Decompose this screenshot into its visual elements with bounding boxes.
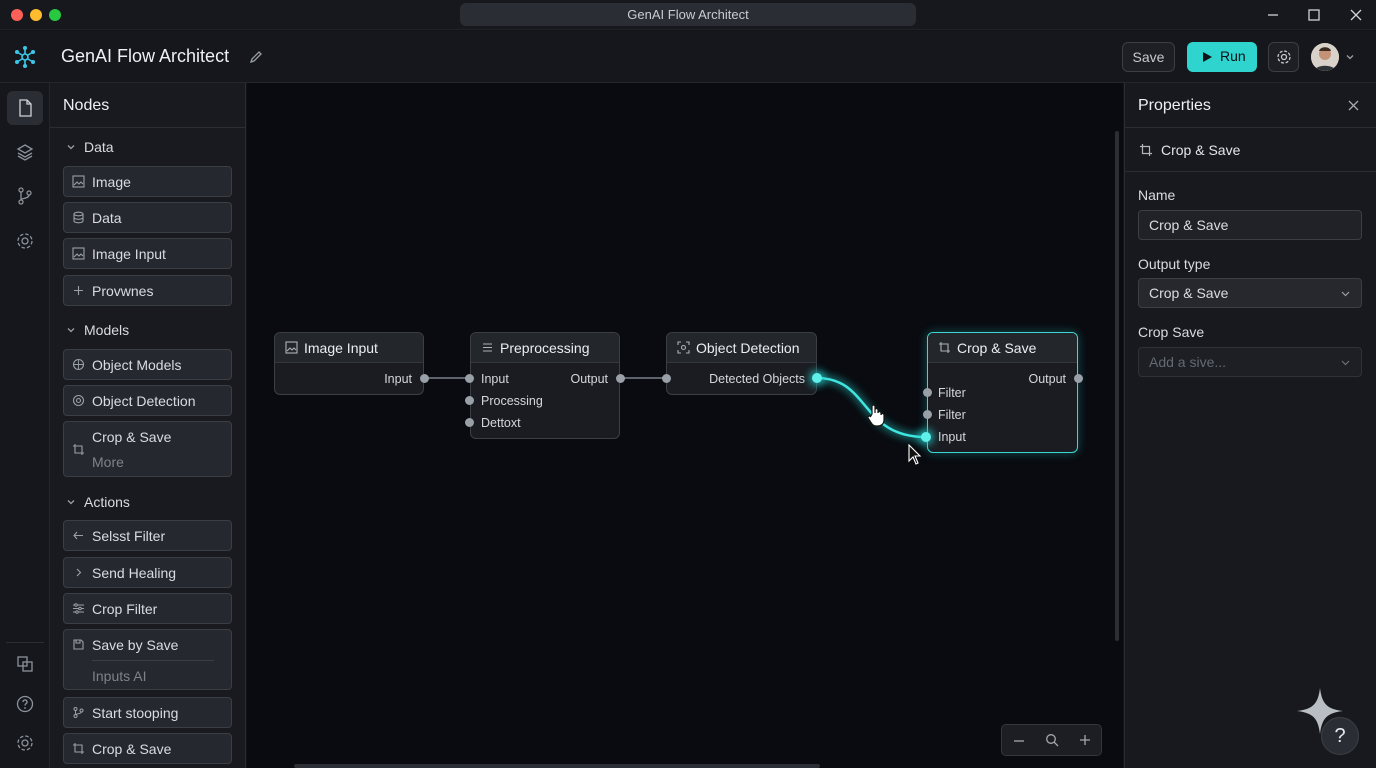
image-icon: [285, 341, 298, 354]
port-output-active[interactable]: [812, 373, 822, 383]
crop-save-placeholder: Add a sive...: [1149, 354, 1227, 370]
node-header[interactable]: Preprocessing: [471, 333, 619, 363]
properties-title: Properties: [1138, 97, 1211, 114]
zoom-in-icon[interactable]: [1078, 733, 1092, 747]
arrow-cursor-icon: [908, 444, 922, 465]
node-image-input[interactable]: Image Input Input: [274, 332, 424, 395]
port-label: Input: [384, 372, 412, 386]
output-type-value: Crop & Save: [1149, 285, 1229, 301]
crop-save-label: Crop Save: [1138, 324, 1205, 340]
node-header[interactable]: Object Detection: [667, 333, 816, 363]
port-label: Output: [570, 372, 608, 386]
close-properties-icon[interactable]: [1347, 99, 1360, 112]
help-button[interactable]: ?: [1321, 717, 1359, 755]
port-label: Filter: [938, 386, 966, 400]
node-header[interactable]: Image Input: [275, 333, 423, 363]
hand-cursor-icon: [866, 403, 886, 427]
selected-node-name: Crop & Save: [1161, 142, 1241, 158]
port-input[interactable]: [923, 410, 932, 419]
port-label: Dettoxt: [481, 416, 521, 430]
port-input[interactable]: [465, 418, 474, 427]
question-mark-icon: ?: [1334, 725, 1346, 747]
port-label: Processing: [481, 394, 543, 408]
chevron-down-icon: [1340, 357, 1351, 368]
horizontal-scrollbar[interactable]: [294, 764, 820, 768]
crop-icon: [1139, 143, 1153, 157]
node-title: Image Input: [304, 340, 378, 356]
vertical-scrollbar[interactable]: [1115, 131, 1119, 641]
output-type-label: Output type: [1138, 256, 1211, 272]
node-title: Preprocessing: [500, 340, 590, 356]
properties-divider: [1124, 127, 1376, 128]
port-input[interactable]: [923, 388, 932, 397]
name-label: Name: [1138, 187, 1176, 203]
port-input-active[interactable]: [921, 432, 931, 442]
zoom-out-icon[interactable]: [1012, 734, 1026, 748]
crop-save-select[interactable]: Add a sive...: [1138, 347, 1362, 377]
port-input[interactable]: [662, 374, 671, 383]
scan-icon: [677, 341, 690, 354]
name-input[interactable]: Crop & Save: [1138, 210, 1362, 240]
zoom-fit-icon[interactable]: [1045, 733, 1059, 747]
output-type-select[interactable]: Crop & Save: [1138, 278, 1362, 308]
port-label: Filter: [938, 408, 966, 422]
port-output[interactable]: [1074, 374, 1083, 383]
crop-icon: [938, 341, 951, 354]
node-crop-save[interactable]: Crop & Save Filter Filter Input Output: [927, 332, 1078, 453]
chevron-down-icon: [1340, 288, 1351, 299]
properties-divider: [1124, 171, 1376, 172]
port-input[interactable]: [465, 374, 474, 383]
port-label: Input: [481, 372, 509, 386]
node-title: Object Detection: [696, 340, 800, 356]
zoom-controls: [1001, 724, 1102, 756]
node-object-detection[interactable]: Object Detection Detected Objects: [666, 332, 817, 395]
node-preprocessing[interactable]: Preprocessing Input Processing Dettoxt O…: [470, 332, 620, 439]
properties-panel: [1124, 83, 1376, 768]
port-label: Output: [1028, 372, 1066, 386]
port-output[interactable]: [420, 374, 429, 383]
port-output[interactable]: [616, 374, 625, 383]
node-header[interactable]: Crop & Save: [928, 333, 1077, 363]
app-window: GenAI Flow Architect GenAI Flow Architec…: [0, 0, 1376, 768]
port-label: Input: [938, 430, 966, 444]
port-label: Detected Objects: [709, 372, 805, 386]
node-title: Crop & Save: [957, 340, 1037, 356]
list-icon: [481, 341, 494, 354]
port-input[interactable]: [465, 396, 474, 405]
